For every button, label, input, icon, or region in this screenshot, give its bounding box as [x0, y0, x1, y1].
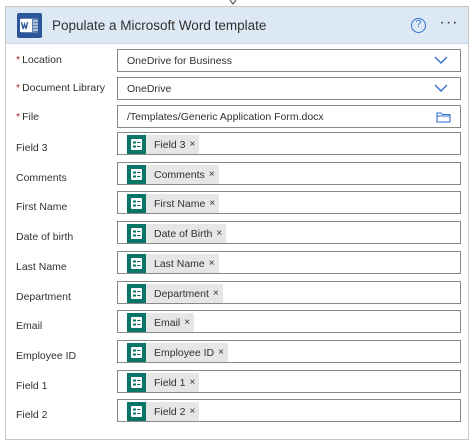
token-label: Field 3 [154, 138, 186, 151]
field-input[interactable]: Field 3 × [117, 132, 461, 155]
field-label: Date of birth [16, 231, 74, 243]
document-library-dropdown[interactable]: OneDrive [117, 77, 461, 100]
forms-icon [127, 254, 146, 273]
forms-icon [127, 284, 146, 303]
location-value: OneDrive for Business [127, 55, 233, 67]
field-label: Department [16, 291, 71, 303]
document-library-value: OneDrive [127, 83, 172, 95]
dynamic-content-token[interactable]: Department × [127, 284, 223, 303]
token-label: Employee ID [154, 346, 215, 359]
remove-token-icon[interactable]: × [216, 224, 226, 243]
field-label: Field 2 [16, 409, 48, 421]
forms-icon [127, 402, 146, 421]
field-input[interactable]: Date of Birth × [117, 221, 461, 244]
field-input[interactable]: Employee ID × [117, 340, 461, 363]
location-label: * Location [16, 54, 62, 66]
required-marker: * [16, 82, 21, 94]
file-label-text: File [22, 111, 40, 123]
remove-token-icon[interactable]: × [190, 135, 200, 154]
field-input[interactable]: Last Name × [117, 251, 461, 274]
remove-token-icon[interactable]: × [184, 313, 194, 332]
field-input[interactable]: Department × [117, 281, 461, 304]
dynamic-content-token[interactable]: First Name × [127, 194, 220, 213]
file-input[interactable]: /Templates/Generic Application Form.docx [117, 105, 461, 128]
field-label: First Name [16, 201, 68, 213]
field-input[interactable]: Field 2 × [117, 399, 461, 422]
remove-token-icon[interactable]: × [218, 343, 228, 362]
action-header[interactable]: Populate a Microsoft Word template ? ··· [6, 7, 468, 44]
chevron-down-icon[interactable] [434, 55, 448, 65]
field-label: Comments [16, 172, 67, 184]
required-marker: * [16, 54, 21, 66]
field-input[interactable]: Email × [117, 310, 461, 333]
forms-icon [127, 165, 146, 184]
dynamic-content-token[interactable]: Last Name × [127, 254, 219, 273]
dynamic-content-token[interactable]: Field 1 × [127, 373, 200, 392]
token-label: Comments [154, 168, 205, 181]
document-library-label: * Document Library [16, 82, 105, 94]
forms-icon [127, 373, 146, 392]
token-label: Field 2 [154, 405, 186, 418]
action-card: Populate a Microsoft Word template ? ···… [5, 6, 469, 440]
token-label: Email [154, 316, 181, 329]
action-title: Populate a Microsoft Word template [52, 18, 267, 33]
field-input[interactable]: Comments × [117, 162, 461, 185]
token-label: Date of Birth [154, 227, 213, 240]
remove-token-icon[interactable]: × [213, 284, 223, 303]
dynamic-content-token[interactable]: Comments × [127, 165, 219, 184]
token-label: Department [154, 287, 209, 300]
token-label: Field 1 [154, 376, 186, 389]
remove-token-icon[interactable]: × [209, 194, 219, 213]
field-label: Field 3 [16, 142, 48, 154]
remove-token-icon[interactable]: × [190, 373, 200, 392]
forms-icon [127, 224, 146, 243]
dynamic-content-token[interactable]: Date of Birth × [127, 224, 227, 243]
word-icon [17, 13, 42, 38]
chevron-down-icon[interactable] [434, 83, 448, 93]
location-dropdown[interactable]: OneDrive for Business [117, 49, 461, 72]
remove-token-icon[interactable]: × [209, 165, 219, 184]
field-label: Employee ID [16, 350, 77, 362]
forms-icon [127, 343, 146, 362]
file-value: /Templates/Generic Application Form.docx [127, 111, 324, 123]
more-options-icon[interactable]: ··· [436, 15, 462, 32]
token-label: First Name [154, 197, 206, 210]
field-label: Last Name [16, 261, 67, 273]
dynamic-content-token[interactable]: Field 3 × [127, 135, 200, 154]
dynamic-content-token[interactable]: Field 2 × [127, 402, 200, 421]
field-label: Email [16, 320, 43, 332]
forms-icon [127, 313, 146, 332]
dynamic-content-token[interactable]: Email × [127, 313, 195, 332]
location-label-text: Location [22, 54, 62, 66]
field-input[interactable]: Field 1 × [117, 370, 461, 393]
remove-token-icon[interactable]: × [209, 254, 219, 273]
forms-icon [127, 194, 146, 213]
token-label: Last Name [154, 257, 205, 270]
field-label: Field 1 [16, 380, 48, 392]
file-label: * File [16, 111, 39, 123]
remove-token-icon[interactable]: × [190, 402, 200, 421]
forms-icon [127, 135, 146, 154]
help-icon[interactable]: ? [411, 18, 426, 33]
folder-icon[interactable] [436, 111, 451, 123]
field-input[interactable]: First Name × [117, 191, 461, 214]
dynamic-content-token[interactable]: Employee ID × [127, 343, 228, 362]
required-marker: * [16, 111, 21, 123]
document-library-label-text: Document Library [22, 82, 105, 94]
